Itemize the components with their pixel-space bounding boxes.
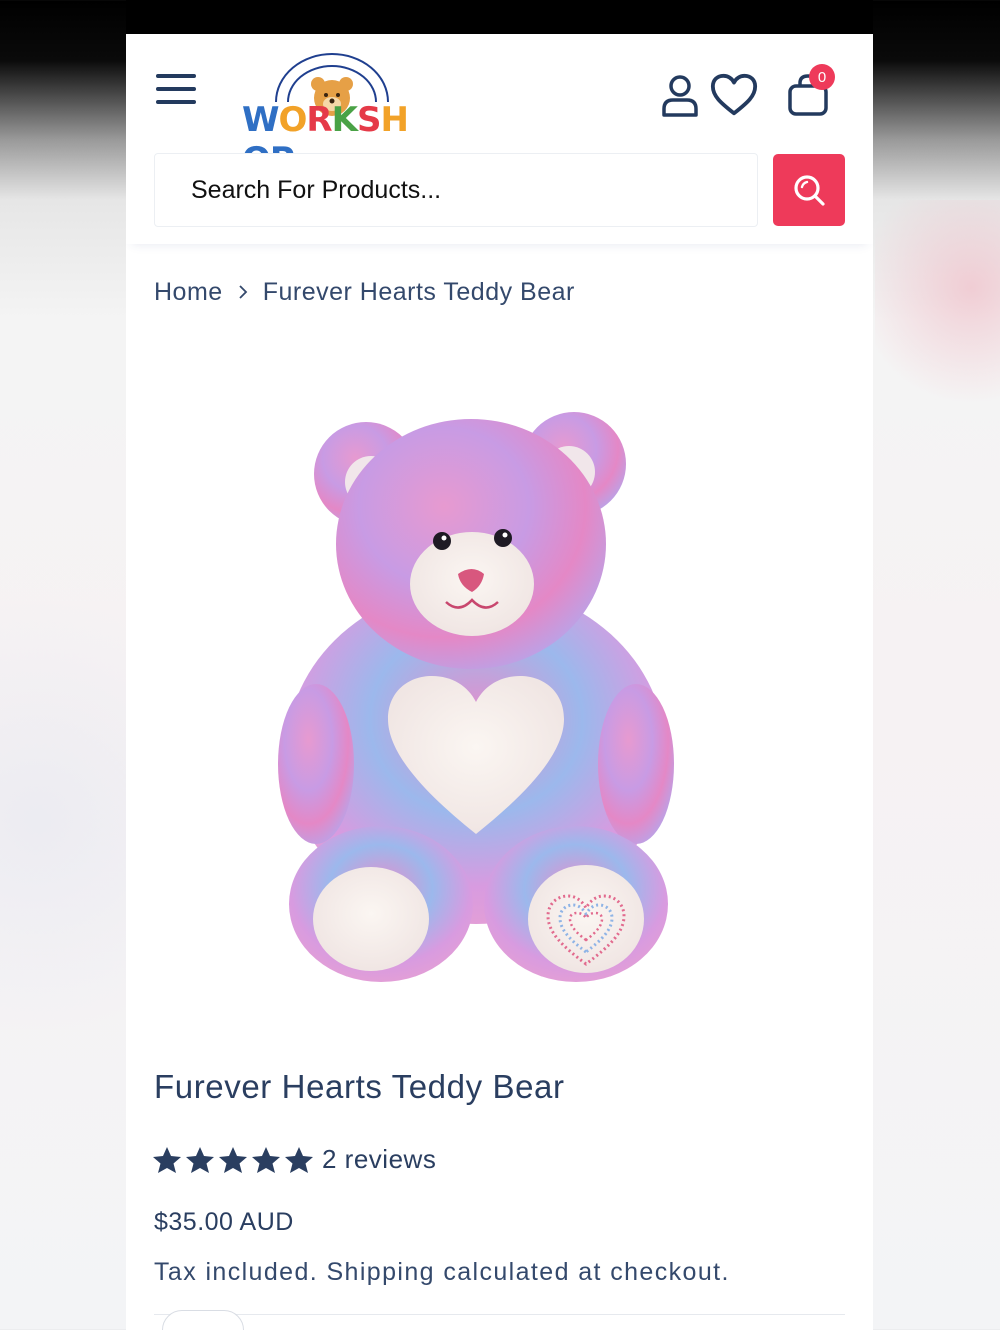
section-divider [154,1314,845,1315]
star-icon [153,1146,181,1173]
hamburger-menu-icon[interactable] [156,74,200,110]
star-icon [285,1146,313,1173]
search-bar [154,153,845,227]
breadcrumb-current: Furever Hearts Teddy Bear [262,278,575,306]
cart-count-badge: 0 [809,64,835,90]
shopping-bag-icon[interactable]: 0 [783,64,835,120]
breadcrumb-home-link[interactable]: Home [154,278,223,307]
brand-logo[interactable]: WORKSHOP [238,50,424,180]
site-header: WORKSHOP 0 [126,34,873,244]
variant-option-pill[interactable] [162,1310,244,1330]
star-icon [219,1146,247,1173]
background-blur-left [0,520,126,1120]
star-icon [252,1146,280,1173]
user-icon[interactable] [655,70,705,120]
search-input[interactable] [154,153,758,227]
search-button[interactable] [773,154,845,226]
product-image[interactable] [276,374,676,984]
product-page: WORKSHOP 0 [126,34,873,1330]
reviews-count-link[interactable]: 2 reviews [322,1144,436,1175]
star-rating [152,1146,314,1174]
search-icon [794,175,825,206]
background-blur [875,200,1000,420]
product-title: Furever Hearts Teddy Bear [154,1068,565,1105]
breadcrumb: Home Furever Hearts Teddy Bear [154,278,575,307]
star-icon [186,1146,214,1173]
heart-icon[interactable] [709,70,759,120]
chevron-right-icon [237,280,249,306]
product-rating[interactable]: 2 reviews [152,1144,436,1175]
tax-shipping-note: Tax included. Shipping calculated at che… [154,1258,730,1286]
header-actions: 0 [655,64,835,120]
product-price: $35.00 AUD [154,1208,294,1236]
status-bar [126,0,873,34]
